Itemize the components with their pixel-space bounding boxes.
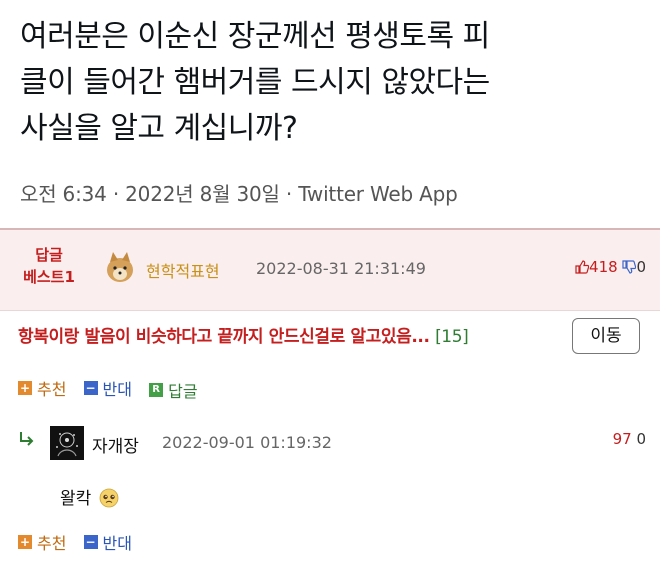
reply-date: 2022-09-01 01:19:32 bbox=[162, 433, 332, 452]
pleading-face-icon bbox=[99, 488, 119, 508]
tweet-line: 사실을 알고 계십니까? bbox=[20, 111, 298, 146]
best-tag-line1: 답글 bbox=[35, 246, 63, 264]
reply-text: 왈칵 bbox=[60, 484, 119, 509]
best-tag-line2: 베스트1 bbox=[23, 268, 75, 286]
best-comment-text: 항복이랑 발음이 비슷하다고 끝까지 안드신걸로 알고있음... [15] bbox=[18, 322, 548, 347]
reply-label: 답글 bbox=[168, 382, 198, 401]
comment-section: 답글 베스트1 현학적표현 2022-08-31 21:31:49 418 0 … bbox=[0, 228, 660, 570]
minus-icon: − bbox=[83, 535, 98, 549]
reply-down-count: 0 bbox=[636, 430, 646, 448]
reply-vote-counts: 97 0 bbox=[613, 430, 646, 448]
oppose-label: 반대 bbox=[102, 534, 132, 553]
recommend-label: 추천 bbox=[37, 380, 67, 399]
reply-icon: R bbox=[149, 383, 164, 397]
tweet-meta: 오전 6:34 · 2022년 8월 30일 · Twitter Web App bbox=[20, 182, 458, 206]
best-nickname[interactable]: 현학적표현 bbox=[146, 258, 220, 282]
best-comment-body: 항복이랑 발음이 비슷하다고 끝까지 안드신걸로 알고있음... bbox=[18, 327, 430, 347]
thumb-up-icon[interactable] bbox=[575, 260, 590, 274]
reply-nickname[interactable]: 자개장 bbox=[92, 432, 139, 457]
oppose-button[interactable]: − 반대 bbox=[83, 376, 132, 400]
minus-icon: − bbox=[83, 381, 98, 395]
recommend-button[interactable]: + 추천 bbox=[18, 376, 66, 400]
plus-icon: + bbox=[18, 381, 32, 395]
best-vote-counts: 418 0 bbox=[575, 258, 646, 276]
best-date: 2022-08-31 21:31:49 bbox=[256, 259, 426, 278]
best-up-count: 418 bbox=[589, 258, 618, 276]
tweet-line: 클이 들어간 햄버거를 드시지 않았다는 bbox=[20, 65, 490, 100]
recommend-label: 추천 bbox=[37, 534, 67, 553]
user-avatar-icon[interactable] bbox=[50, 426, 84, 460]
reply-button[interactable]: R 답글 bbox=[149, 378, 198, 402]
thumb-down-icon[interactable] bbox=[622, 260, 637, 274]
best-reply-badge: 답글 베스트1 bbox=[18, 244, 80, 288]
reply-arrow-icon bbox=[20, 432, 34, 446]
oppose-button[interactable]: − 반대 bbox=[83, 530, 132, 554]
recommend-button[interactable]: + 추천 bbox=[18, 530, 66, 554]
move-button[interactable]: 이동 bbox=[572, 318, 640, 354]
best-comment-header: 답글 베스트1 현학적표현 2022-08-31 21:31:49 418 0 bbox=[0, 230, 660, 311]
tweet-line: 여러분은 이순신 장군께선 평생토록 피 bbox=[20, 19, 490, 54]
best-actions: + 추천 − 반대 R 답글 bbox=[18, 376, 210, 402]
tweet-text: 여러분은 이순신 장군께선 평생토록 피 클이 들어간 햄버거를 드시지 않았다… bbox=[20, 14, 640, 152]
reply-actions: + 추천 − 반대 bbox=[18, 530, 144, 554]
oppose-label: 반대 bbox=[102, 380, 132, 399]
reply-body: 왈칵 bbox=[60, 489, 92, 509]
best-down-count: 0 bbox=[636, 258, 646, 276]
reply-up-count: 97 bbox=[612, 430, 632, 448]
reply-count[interactable]: [15] bbox=[435, 327, 469, 347]
plus-icon: + bbox=[18, 535, 32, 549]
user-avatar-icon[interactable] bbox=[104, 250, 136, 284]
